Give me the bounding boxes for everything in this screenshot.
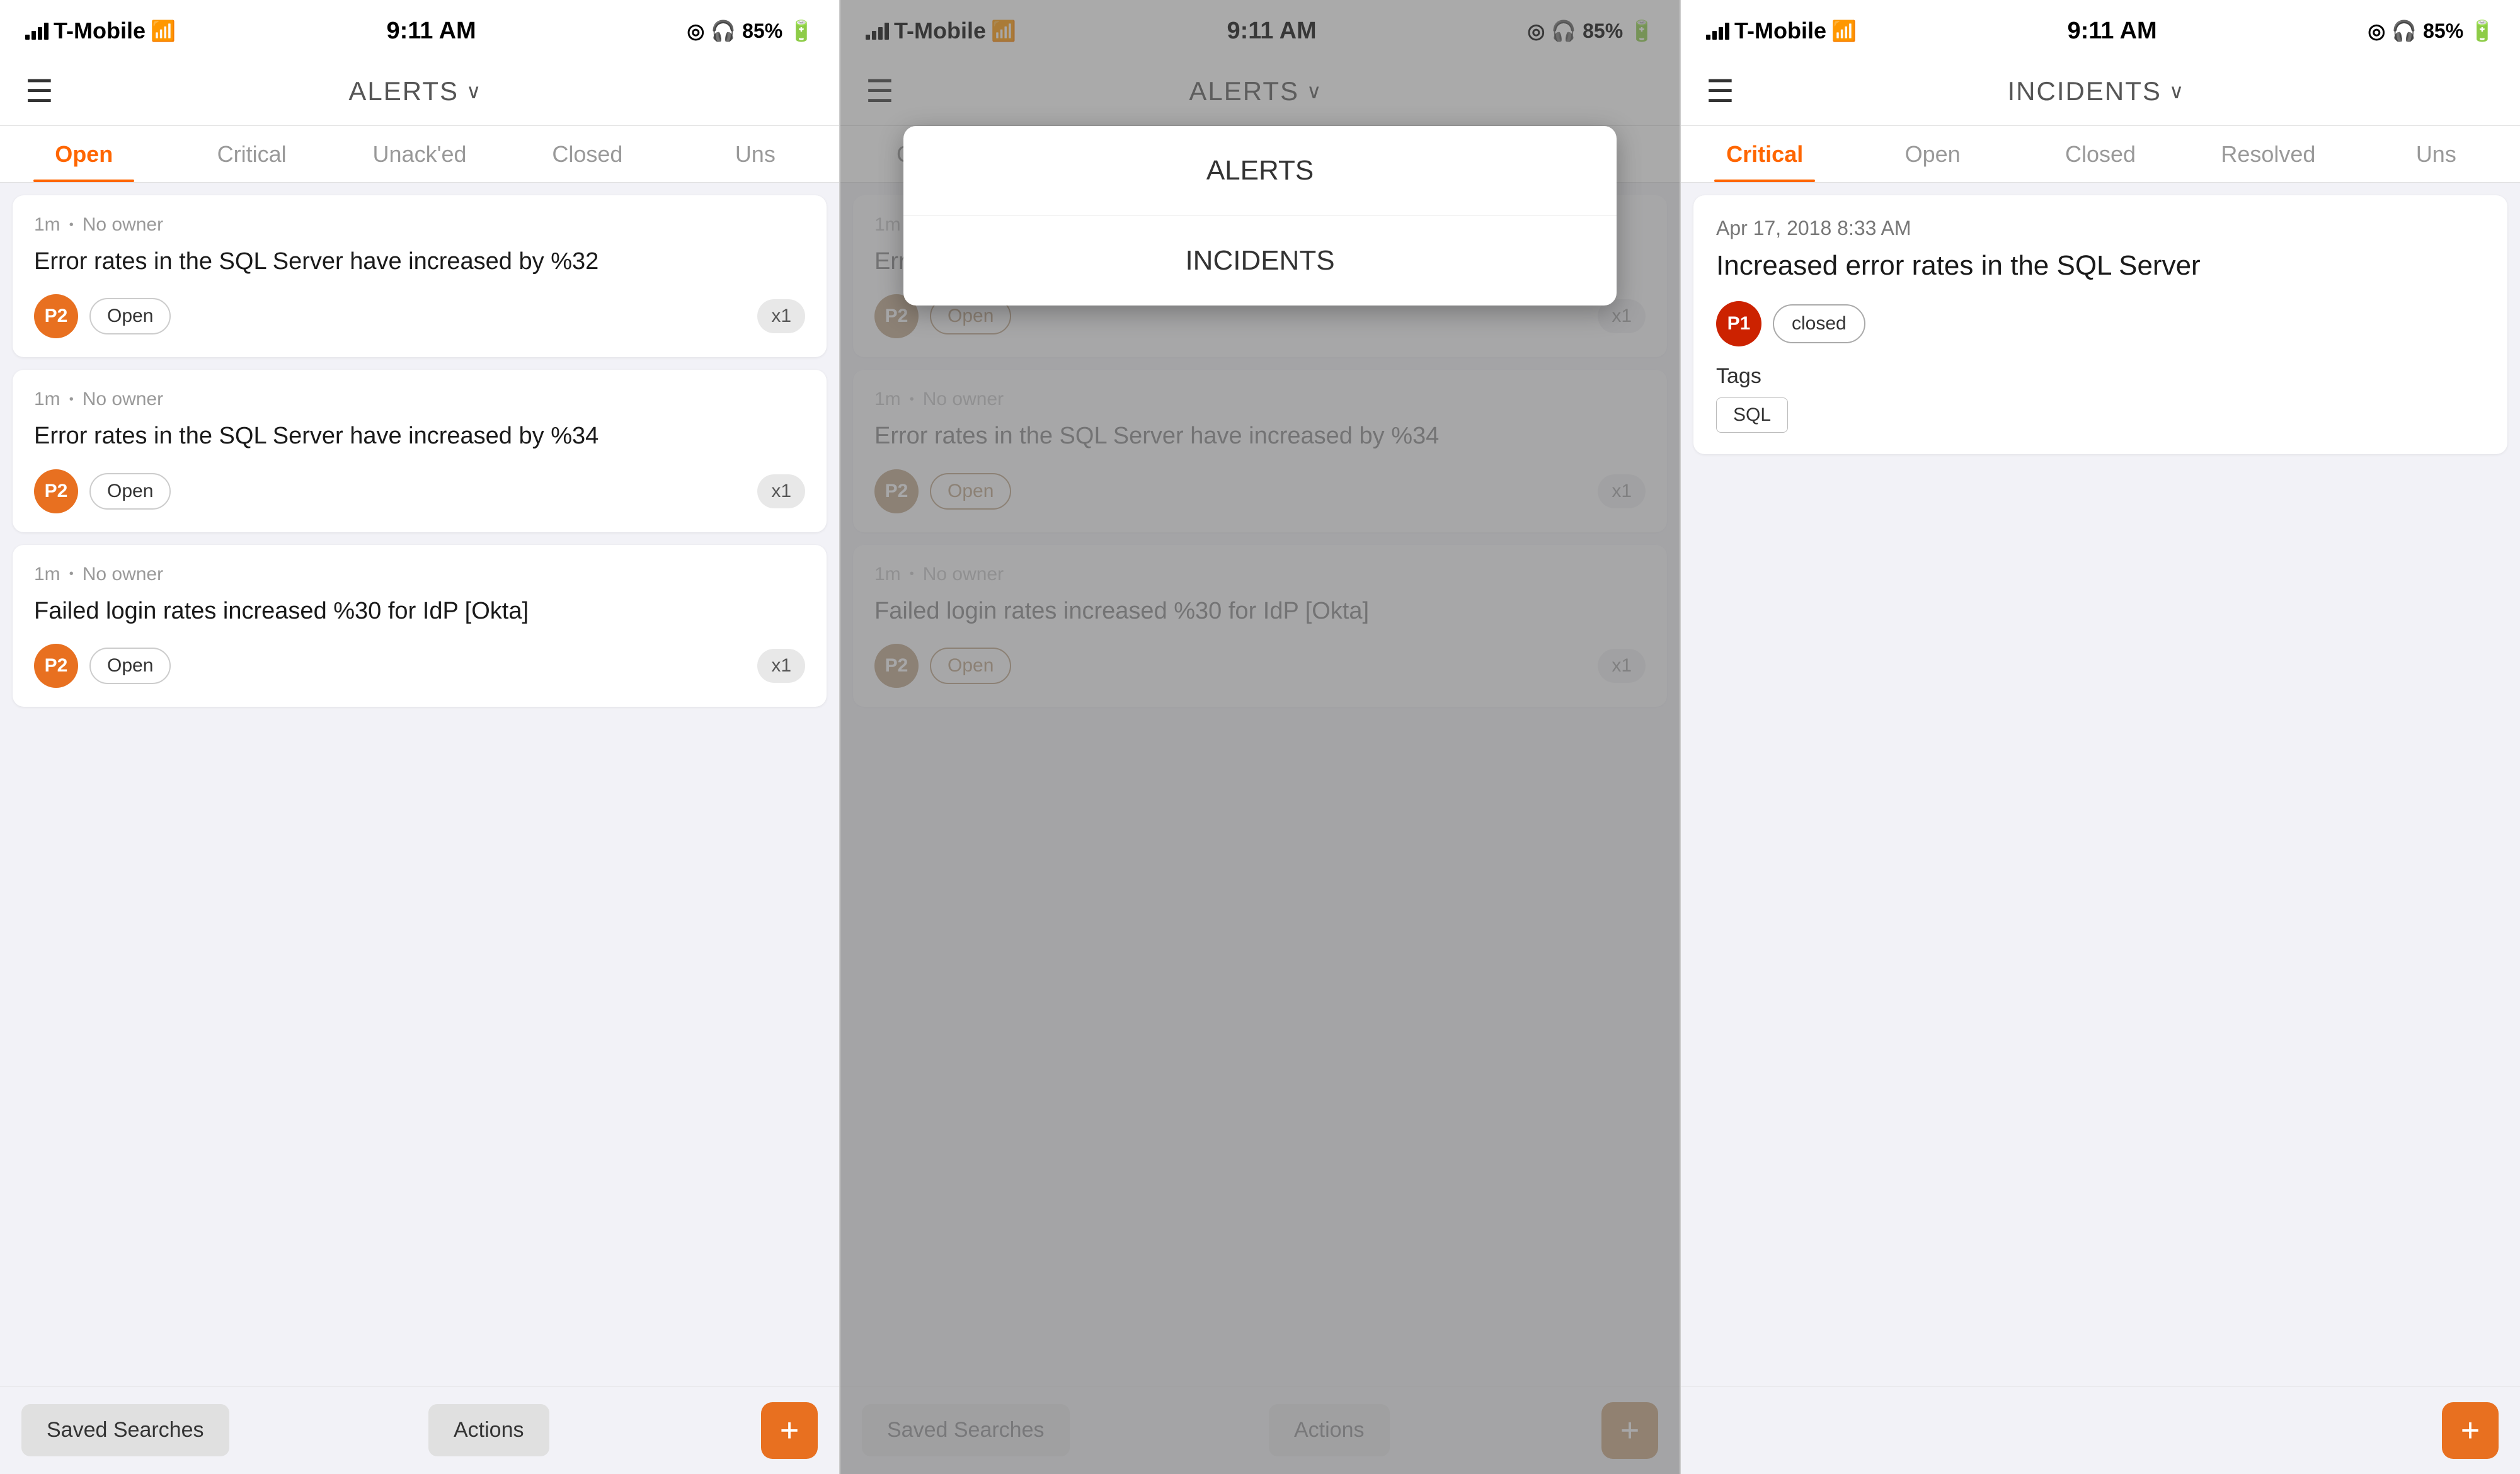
dropdown-overlay-2[interactable]: ALERTS INCIDENTS — [840, 0, 1680, 1474]
dropdown-menu-2: ALERTS INCIDENTS — [903, 126, 1617, 306]
card-meta-1-2: 1m • No owner — [34, 389, 805, 410]
content-1: 1m • No owner Error rates in the SQL Ser… — [0, 183, 839, 1386]
carrier-name-1: T-Mobile — [54, 18, 146, 44]
card-footer-1-3: P2 Open x1 — [34, 644, 805, 688]
tab-uns-1[interactable]: Uns — [672, 126, 839, 182]
tab-critical-3[interactable]: Critical — [1681, 126, 1848, 182]
priority-badge-1-2: P2 — [34, 469, 78, 513]
card-meta-1-3: 1m • No owner — [34, 564, 805, 585]
card-time-1-3: 1m — [34, 564, 60, 585]
tags-label-3: Tags — [1716, 364, 2485, 389]
battery-icon-1: 🔋 — [789, 19, 814, 43]
alert-card-1-3[interactable]: 1m • No owner Failed login rates increas… — [13, 545, 827, 707]
tag-sql-3[interactable]: SQL — [1716, 397, 1788, 433]
card-title-1-1: Error rates in the SQL Server have incre… — [34, 246, 805, 278]
content-spacer-3 — [1681, 467, 2520, 1386]
battery-icon-3: 🔋 — [2470, 19, 2495, 43]
card-dot-1-1: • — [69, 218, 74, 232]
saved-searches-btn-1[interactable]: Saved Searches — [21, 1404, 229, 1456]
carrier-name-3: T-Mobile — [1734, 18, 1826, 44]
status-badge-1-1[interactable]: Open — [89, 298, 171, 334]
alert-card-1-1[interactable]: 1m • No owner Error rates in the SQL Ser… — [13, 195, 827, 357]
count-badge-1-2: x1 — [757, 474, 805, 508]
location-icon-1: ◎ — [687, 19, 704, 43]
dropdown-incidents-2[interactable]: INCIDENTS — [903, 216, 1617, 306]
signal-icon-1 — [25, 22, 49, 40]
bottom-bar-3: + — [1681, 1386, 2520, 1474]
wifi-icon-3: 📶 — [1831, 19, 1857, 43]
bottom-bar-1: Saved Searches Actions + — [0, 1386, 839, 1474]
alert-card-1-2[interactable]: 1m • No owner Error rates in the SQL Ser… — [13, 370, 827, 532]
card-title-1-2: Error rates in the SQL Server have incre… — [34, 420, 805, 452]
tab-critical-1[interactable]: Critical — [168, 126, 335, 182]
detail-date-3: Apr 17, 2018 8:33 AM — [1716, 217, 2485, 240]
status-bar-3: T-Mobile 📶 9:11 AM ◎ 🎧 85% 🔋 — [1681, 0, 2520, 57]
tab-unacked-1[interactable]: Unack'ed — [336, 126, 503, 182]
status-bar-1: T-Mobile 📶 9:11 AM ◎ 🎧 85% 🔋 — [0, 0, 839, 57]
nav-title-1: ALERTS — [348, 76, 459, 106]
p1-badge-3: P1 — [1716, 301, 1761, 346]
wifi-icon-1: 📶 — [151, 19, 176, 43]
battery-label-3: 85% — [2423, 20, 2463, 43]
fab-btn-1[interactable]: + — [761, 1402, 818, 1459]
tags-section-3: Tags SQL — [1716, 364, 2485, 433]
tab-open-1[interactable]: Open — [0, 126, 168, 182]
priority-badge-1-3: P2 — [34, 644, 78, 688]
screen3: T-Mobile 📶 9:11 AM ◎ 🎧 85% 🔋 ☰ INCIDENTS… — [1681, 0, 2520, 1474]
detail-title-3: Increased error rates in the SQL Server — [1716, 248, 2485, 283]
detail-badges-3: P1 closed — [1716, 301, 2485, 346]
time-1: 9:11 AM — [386, 18, 476, 45]
tab-resolved-3[interactable]: Resolved — [2184, 126, 2352, 182]
card-title-1-3: Failed login rates increased %30 for IdP… — [34, 595, 805, 627]
right-icons-3: ◎ 🎧 85% 🔋 — [2368, 19, 2495, 43]
screen2: T-Mobile 📶 9:11 AM ◎ 🎧 85% 🔋 ☰ ALERTS ∨ … — [840, 0, 1681, 1474]
nav-bar-3: ☰ INCIDENTS ∨ — [1681, 57, 2520, 126]
status-badge-1-3[interactable]: Open — [89, 648, 171, 684]
priority-badge-1-1: P2 — [34, 294, 78, 338]
dropdown-alerts-2[interactable]: ALERTS — [903, 126, 1617, 216]
tab-closed-3[interactable]: Closed — [2017, 126, 2184, 182]
nav-dropdown-icon-1: ∨ — [466, 79, 481, 103]
card-time-1-2: 1m — [34, 389, 60, 410]
tab-closed-1[interactable]: Closed — [503, 126, 671, 182]
card-meta-1-1: 1m • No owner — [34, 214, 805, 236]
status-badge-1-2[interactable]: Open — [89, 473, 171, 510]
carrier-3: T-Mobile 📶 — [1706, 18, 1857, 44]
location-icon-3: ◎ — [2368, 19, 2385, 43]
time-3: 9:11 AM — [2067, 18, 2156, 45]
battery-label-1: 85% — [742, 20, 782, 43]
headphone-icon-1: 🎧 — [711, 19, 736, 43]
tabs-bar-1: Open Critical Unack'ed Closed Uns — [0, 126, 839, 183]
nav-title-wrap-1[interactable]: ALERTS ∨ — [348, 76, 481, 106]
nav-title-3: INCIDENTS — [2008, 76, 2162, 106]
signal-icon-3 — [1706, 22, 1729, 40]
tabs-bar-3: Critical Open Closed Resolved Uns — [1681, 126, 2520, 183]
hamburger-icon-3[interactable]: ☰ — [1706, 76, 1734, 107]
card-owner-1-1: No owner — [83, 214, 163, 236]
count-badge-1-3: x1 — [757, 649, 805, 683]
carrier-1: T-Mobile 📶 — [25, 18, 176, 44]
card-dot-1-2: • — [69, 392, 74, 407]
card-owner-1-2: No owner — [83, 389, 163, 410]
fab-btn-3[interactable]: + — [2442, 1402, 2499, 1459]
nav-bar-1: ☰ ALERTS ∨ — [0, 57, 839, 126]
actions-btn-1[interactable]: Actions — [428, 1404, 549, 1456]
nav-title-wrap-3[interactable]: INCIDENTS ∨ — [2008, 76, 2184, 106]
count-badge-1-1: x1 — [757, 299, 805, 333]
tab-uns-3[interactable]: Uns — [2352, 126, 2520, 182]
tab-open-3[interactable]: Open — [1848, 126, 2016, 182]
screen1: T-Mobile 📶 9:11 AM ◎ 🎧 85% 🔋 ☰ ALERTS ∨ … — [0, 0, 840, 1474]
closed-badge-3[interactable]: closed — [1773, 304, 1865, 343]
card-footer-1-1: P2 Open x1 — [34, 294, 805, 338]
card-owner-1-3: No owner — [83, 564, 163, 585]
nav-dropdown-icon-3: ∨ — [2169, 79, 2184, 103]
headphone-icon-3: 🎧 — [2391, 19, 2417, 43]
detail-card-3[interactable]: Apr 17, 2018 8:33 AM Increased error rat… — [1693, 195, 2507, 454]
card-time-1-1: 1m — [34, 214, 60, 236]
hamburger-icon-1[interactable]: ☰ — [25, 76, 54, 107]
card-footer-1-2: P2 Open x1 — [34, 469, 805, 513]
card-dot-1-3: • — [69, 567, 74, 581]
right-icons-1: ◎ 🎧 85% 🔋 — [687, 19, 814, 43]
